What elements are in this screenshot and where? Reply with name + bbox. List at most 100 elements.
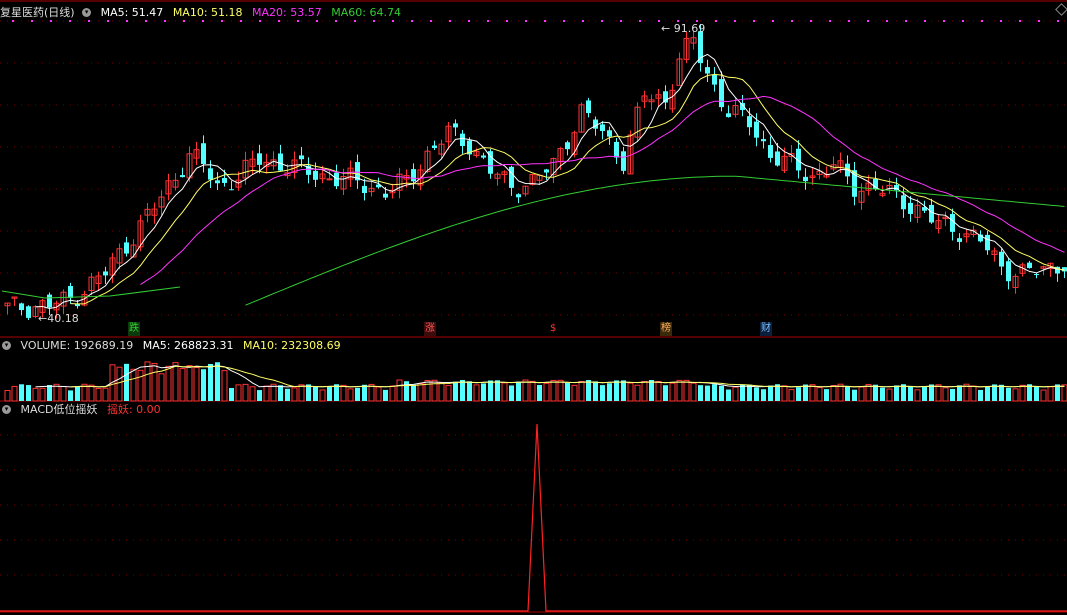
volume-bar-up [522,379,529,402]
chevron-down-icon[interactable]: ▾ [2,404,11,414]
volume-bar-down [215,362,220,401]
candle-down [124,242,129,254]
marker-dot [487,20,489,22]
marker-dot [582,20,584,22]
chart-canvas[interactable] [0,0,1067,615]
event-marker-dollar[interactable]: $ [549,322,557,336]
volume-bar-up [417,383,424,402]
marker-dot [810,20,812,22]
macd-spike-line [0,423,1067,612]
marker-dot [468,20,470,22]
marker-dot [145,20,147,22]
marker-dot [962,20,964,22]
chevron-down-icon[interactable]: ▾ [2,340,11,350]
candle-down [47,294,52,308]
volume-bar-down [488,380,493,401]
candle-down [712,74,717,85]
volume-bar-up [473,384,480,402]
candle-down [516,194,521,198]
volume-ma10-label: MA10: 232308.69 [242,339,341,352]
candle-down [663,91,668,103]
event-marker-finance[interactable]: 财 [760,322,772,336]
marker-dot [31,20,33,22]
volume-bar-up [347,388,354,402]
marker-dot [449,20,451,22]
candle-down [607,130,612,137]
candle-down [985,234,990,251]
volume-bar-down [383,389,388,401]
volume-bar-up [179,368,186,402]
candle-down [19,303,24,311]
volume-bar-down [495,380,500,401]
candlestick-series [4,24,1067,320]
volume-bar-up [578,381,585,402]
marker-dot [107,20,109,22]
volume-bar-down [978,389,983,401]
volume-bar-up [396,379,403,402]
candle-down [299,155,304,160]
marker-dot [544,20,546,22]
volume-bar-up [830,384,837,402]
candle-down [334,172,339,187]
candle-down [747,116,752,128]
candle-down [362,185,367,194]
volume-bar-down [740,384,745,401]
candle-down [453,123,458,128]
volume-bar-up [221,370,228,402]
marker-dot [12,20,14,22]
candle-down [313,170,318,180]
volume-bar-up [368,383,375,402]
volume-ma5-line [35,365,1065,388]
volume-bar-down [1006,387,1011,401]
volume-bar-down [663,385,668,401]
volume-bar-down [621,380,626,401]
volume-bar-up [886,388,893,402]
candle-down [481,155,486,158]
volume-bar-up [809,384,816,402]
candle-down [411,169,416,182]
volume-bar-down [824,389,829,401]
candle-down [726,113,731,118]
volume-bar-down [593,381,598,401]
volume-bar-down [313,386,318,401]
volume-bar-down [957,385,962,401]
volume-bar-up [137,369,144,402]
volume-bar-down [208,363,213,401]
marker-dot [202,20,204,22]
candle-down [908,202,913,214]
volume-bar-down [19,384,24,401]
candle-down [775,151,780,166]
macd-label: MACD低位摇妖 [20,403,98,416]
volume-bar-up [501,382,508,402]
volume-bar-down [950,388,955,401]
volume-bar-up [627,382,634,402]
event-marker-rank[interactable]: 榜 [660,322,672,336]
event-marker-fall[interactable]: 跌 [128,322,140,336]
candle-down [103,271,108,276]
volume-bar-up [186,365,193,402]
volume-bar-up [235,384,242,402]
volume-bar-down [768,385,773,401]
event-marker-rise[interactable]: 涨 [424,322,436,336]
marker-dot [278,20,280,22]
candle-down [26,306,31,318]
volume-bar-up [53,383,60,402]
volume-bar-down [852,389,857,401]
volume-bar-down [26,385,31,401]
volume-bar-up [438,382,445,402]
volume-bar-down [75,386,80,401]
candle-down [929,204,934,223]
candle-down [1027,262,1032,269]
volume-bar-down [1034,386,1039,401]
marker-dot [164,20,166,22]
volume-bar-down [565,383,570,401]
marker-dot [221,20,223,22]
marker-dot [88,20,90,22]
candle-down [586,100,591,114]
candle-down [705,67,710,74]
candle-down [901,195,906,210]
volume-bar-down [355,387,360,401]
volume-bar-down [124,363,129,401]
volume-bar-up [1047,386,1054,402]
candle-down [208,168,213,180]
